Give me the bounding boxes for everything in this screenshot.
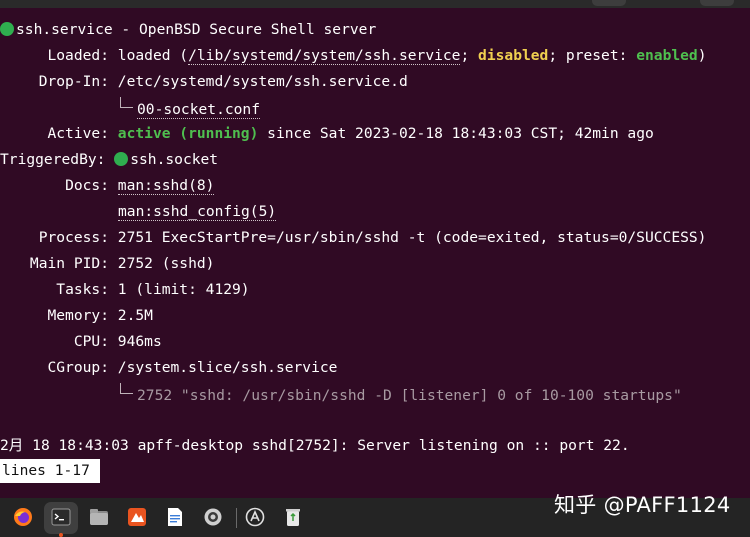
active-line: Active: active (running) since Sat 2023-… <box>0 123 653 145</box>
dropin-path: /etc/systemd/system/ssh.service.d <box>117 73 408 90</box>
menu-button[interactable] <box>592 0 626 6</box>
tasks-value: 1 (limit: 4129) <box>117 281 250 298</box>
triggeredby-value: ssh.socket <box>130 151 219 168</box>
settings-icon[interactable] <box>202 506 224 528</box>
process-key: Process: <box>38 229 109 246</box>
preset-enabled: enabled <box>636 47 698 64</box>
active-key: Active: <box>47 125 109 142</box>
terminal-output: ssh.service - OpenBSD Secure Shell serve… <box>0 8 750 498</box>
running-indicator <box>59 533 63 537</box>
journal-log-line: 2月 18 18:43:03 apff-desktop sshd[2752]: … <box>0 437 630 454</box>
cgroup-line: CGroup: /system.slice/ssh.service <box>0 357 337 379</box>
docs-link-sshd-config[interactable]: man:sshd_config(5) <box>118 203 277 221</box>
firefox-icon[interactable] <box>12 506 34 528</box>
docs-line-2: man:sshd_config(5) <box>118 201 277 223</box>
terminal-icon[interactable] <box>50 506 72 528</box>
dropin-file-line: 00-socket.conf <box>120 97 261 119</box>
pager-status: lines 1-17 <box>0 459 100 483</box>
tasks-key: Tasks: <box>56 281 109 298</box>
software-icon[interactable] <box>126 506 148 528</box>
mainpid-key: Main PID: <box>29 255 109 272</box>
trash-icon[interactable] <box>282 506 304 528</box>
tree-branch-icon <box>120 97 133 108</box>
cpu-value: 946ms <box>117 333 162 350</box>
cgroup-value: /system.slice/ssh.service <box>117 359 338 376</box>
zhihu-watermark: 知乎 @PAFF1124 <box>554 493 731 517</box>
app-store-icon[interactable] <box>244 506 266 528</box>
triggeredby-key: TriggeredBy: <box>0 151 106 168</box>
cgroup-process-line: 2752 "sshd: /usr/sbin/sshd -D [listener]… <box>120 383 682 405</box>
cpu-line: CPU: 946ms <box>0 331 162 353</box>
active-state: active (running) <box>117 125 259 142</box>
taskbar-separator <box>236 508 237 528</box>
window-control-button[interactable] <box>700 0 734 6</box>
triggeredby-line: TriggeredBy: ssh.socket <box>0 149 218 171</box>
docs-line: Docs: man:sshd(8) <box>0 175 215 197</box>
window-titlebar <box>0 0 750 8</box>
docs-link-sshd[interactable]: man:sshd(8) <box>117 177 215 195</box>
tasks-line: Tasks: 1 (limit: 4129) <box>0 279 250 301</box>
cgroup-process: 2752 "sshd: /usr/sbin/sshd -D [listener]… <box>137 387 682 404</box>
memory-key: Memory: <box>47 307 109 324</box>
dropin-file-link[interactable]: 00-socket.conf <box>137 101 261 119</box>
text-editor-icon[interactable] <box>164 506 186 528</box>
docs-key: Docs: <box>65 177 109 194</box>
tree-branch-icon <box>120 383 133 394</box>
mainpid-line: Main PID: 2752 (sshd) <box>0 253 215 275</box>
status-dot-icon <box>0 22 14 36</box>
memory-value: 2.5M <box>117 307 153 324</box>
process-line: Process: 2751 ExecStartPre=/usr/sbin/ssh… <box>0 227 707 249</box>
loaded-key: Loaded: <box>47 47 109 64</box>
cpu-key: CPU: <box>73 333 109 350</box>
service-title-line: ssh.service - OpenBSD Secure Shell serve… <box>0 19 376 41</box>
dropin-key: Drop-In: <box>38 73 109 90</box>
loaded-disabled: disabled <box>478 47 549 64</box>
mainpid-value: 2752 (sshd) <box>117 255 215 272</box>
socket-status-dot-icon <box>114 152 129 166</box>
files-icon[interactable] <box>88 506 110 528</box>
dropin-line: Drop-In: /etc/systemd/system/ssh.service… <box>0 71 408 93</box>
loaded-line: Loaded: loaded (/lib/systemd/system/ssh.… <box>0 45 707 67</box>
loaded-path-link[interactable]: /lib/systemd/system/ssh.service <box>188 47 461 65</box>
process-value: 2751 ExecStartPre=/usr/sbin/sshd -t (cod… <box>117 229 707 246</box>
cgroup-key: CGroup: <box>47 359 109 376</box>
memory-line: Memory: 2.5M <box>0 305 153 327</box>
